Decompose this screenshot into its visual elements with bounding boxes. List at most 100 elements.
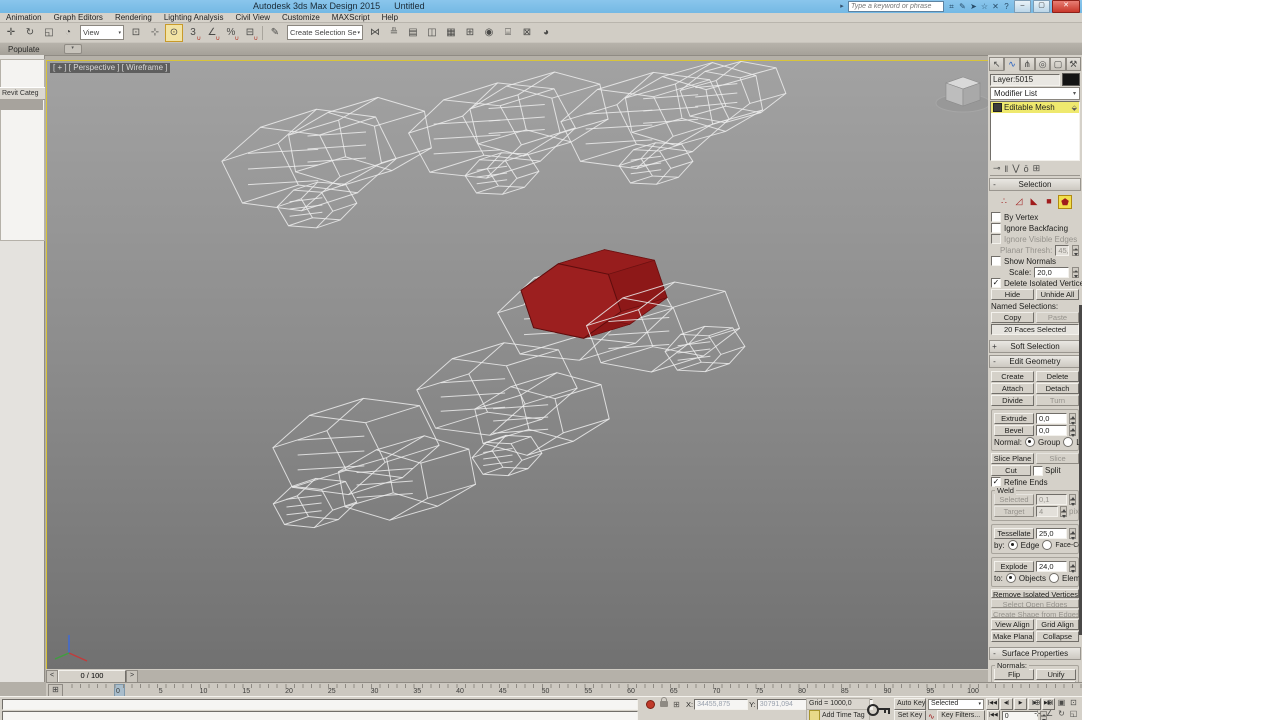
tab-display[interactable]: ▢ <box>1050 57 1066 71</box>
object-color-swatch[interactable] <box>1062 73 1080 86</box>
flip-button[interactable]: Flip <box>994 669 1034 680</box>
spinner-snap-icon[interactable]: ⊟ ∪ <box>241 23 259 42</box>
normals-scale-spinner[interactable] <box>1072 266 1079 278</box>
explode-objects-radio[interactable] <box>1005 573 1016 583</box>
select-similar-icon[interactable]: ⊹ <box>146 23 164 42</box>
normals-scale-field[interactable]: 20,0 <box>1034 266 1069 278</box>
explode-button[interactable]: Explode <box>994 561 1034 572</box>
selection-set-dropdown[interactable]: Selected ▾ <box>928 698 984 710</box>
explode-field[interactable]: 24,0 <box>1036 561 1067 572</box>
key-filters-button[interactable]: Key Filters... <box>936 710 985 720</box>
selection-rollout-header[interactable]: - Selection <box>989 178 1081 191</box>
split-checkbox[interactable] <box>1033 465 1043 476</box>
angle-snap-icon[interactable]: ∠ ∪ <box>203 23 221 42</box>
layer-manager-icon[interactable]: ▤ <box>404 23 422 42</box>
schematic-view-icon[interactable]: ⊞ <box>461 23 479 42</box>
menu-graph-editors[interactable]: Graph Editors <box>48 13 109 22</box>
surface-properties-rollout-header[interactable]: - Surface Properties <box>989 647 1081 660</box>
cut-button[interactable]: Cut <box>991 465 1031 476</box>
ignore-backfacing-checkbox[interactable] <box>991 223 1001 233</box>
search-icon[interactable]: ⌗ <box>946 1 957 12</box>
tessellate-field[interactable]: 25,0 <box>1036 528 1067 539</box>
tab-modify[interactable]: ∿ <box>1004 57 1020 71</box>
modifier-list-dropdown[interactable]: Modifier List ▾ <box>990 87 1080 100</box>
left-panel-selected-row[interactable] <box>0 99 43 110</box>
zoom-icon[interactable]: ⊕ <box>1032 698 1043 708</box>
absolute-mode-icon[interactable]: ⊞ <box>671 699 682 710</box>
view-align-button[interactable]: View Align <box>991 619 1034 630</box>
use-pivot-point-icon[interactable]: ⊡ <box>127 23 145 42</box>
tab-utilities[interactable]: ⚒ <box>1065 57 1081 71</box>
command-panel-scrollbar[interactable] <box>1079 305 1082 635</box>
collapse-button[interactable]: Collapse <box>1036 631 1079 642</box>
delete-button[interactable]: Delete <box>1036 371 1079 382</box>
auto-key-button[interactable]: Auto Key <box>894 698 926 710</box>
extrude-spinner[interactable] <box>1069 413 1076 424</box>
tab-motion[interactable]: ◎ <box>1034 57 1051 71</box>
menu-customize[interactable]: Customize <box>276 13 326 22</box>
render-setup-icon[interactable]: ⌸ <box>499 23 517 42</box>
remove-modifier-icon[interactable]: ō <box>1024 164 1029 174</box>
fov-icon[interactable]: ∠ <box>1044 709 1055 719</box>
select-and-scale-icon[interactable]: ◱ <box>40 23 58 42</box>
hide-button[interactable]: Hide <box>991 289 1034 300</box>
sign-in-icon[interactable]: ➤ <box>968 1 979 12</box>
set-key-button[interactable]: Set Key <box>894 710 926 720</box>
track-bar[interactable]: ⊞ 0 5 10 15 20 25 30 35 40 45 50 55 60 65 70 75 80 85 90 95… <box>46 682 1082 697</box>
reference-coordinate-dropdown[interactable]: View ▾ <box>80 25 124 40</box>
favorites-icon[interactable]: ☆ <box>979 1 990 12</box>
soft-selection-rollout-header[interactable]: + Soft Selection <box>989 340 1081 353</box>
maximize-button[interactable]: ▢ <box>1033 0 1050 13</box>
adaptive-degradation-icon[interactable] <box>646 699 655 709</box>
menu-animation[interactable]: Animation <box>0 13 48 22</box>
modifier-stack-row[interactable]: Editable Mesh ⬙ <box>991 102 1079 113</box>
time-tag-button[interactable]: Add Time Tag <box>806 709 870 720</box>
view-cube[interactable] <box>935 76 988 113</box>
tessellate-button[interactable]: Tessellate <box>994 528 1034 539</box>
zoom-region-icon[interactable]: ⊡ <box>1068 698 1079 708</box>
tab-hierarchy[interactable]: ⋔ <box>1019 57 1035 71</box>
extrude-field[interactable]: 0,0 <box>1036 413 1067 424</box>
ribbon-minimize-widget[interactable]: ▾ <box>63 44 82 54</box>
tessellate-spinner[interactable] <box>1069 528 1076 539</box>
unify-button[interactable]: Unify <box>1036 669 1076 680</box>
curve-editor-icon[interactable]: ▦ <box>442 23 460 42</box>
element-subobject-icon[interactable]: ⬟ <box>1058 195 1072 209</box>
make-planar-button[interactable]: Make Planar <box>991 631 1034 642</box>
tab-create[interactable]: ↖ <box>989 57 1005 71</box>
close-button[interactable]: ✕ <box>1052 0 1080 13</box>
object-name-field[interactable]: Layer:5015 <box>990 73 1060 86</box>
mirror-icon[interactable]: ⋈ <box>366 23 384 42</box>
create-button[interactable]: Create <box>991 371 1034 382</box>
play-icon[interactable]: ▶ <box>1014 698 1027 710</box>
zoom-all-icon[interactable]: ⊛ <box>1044 698 1055 708</box>
key-mode-icon[interactable] <box>866 700 892 717</box>
vertex-subobject-icon[interactable]: ∴ <box>998 195 1010 207</box>
exchange-apps-icon[interactable]: ✕ <box>990 1 1001 12</box>
align-icon[interactable]: ≞ <box>385 23 403 42</box>
show-end-result-icon[interactable]: ‖ <box>1005 164 1009 174</box>
zoom-extents-icon[interactable]: ▣ <box>1056 698 1067 708</box>
remove-isolated-vertices-button[interactable]: Remove Isolated Vertices <box>991 589 1079 598</box>
select-and-manipulate-icon[interactable]: ◔ <box>59 23 77 42</box>
search-input[interactable] <box>848 1 944 12</box>
unhide-all-button[interactable]: Unhide All <box>1036 289 1079 300</box>
menu-maxscript[interactable]: MAXScript <box>326 13 376 22</box>
select-and-move-icon[interactable]: ✛ <box>2 23 20 42</box>
x-coordinate-field[interactable]: 34455,875 <box>694 698 749 710</box>
pin-stack-icon[interactable]: ⊸ <box>993 163 1001 174</box>
pan-icon[interactable]: ⊹ <box>1032 709 1043 719</box>
toolbar-overflow-button[interactable]: ▸ <box>838 2 846 12</box>
perspective-viewport[interactable]: [ + ] [ Perspective ] [ Wireframe ] <box>46 60 989 670</box>
graphite-ribbon-icon[interactable]: ◫ <box>423 23 441 42</box>
normal-group-radio[interactable] <box>1025 437 1036 447</box>
attach-button[interactable]: Attach <box>991 383 1034 394</box>
bevel-button[interactable]: Bevel <box>994 425 1034 436</box>
divide-button[interactable]: Divide <box>991 395 1034 406</box>
bevel-field[interactable]: 0,0 <box>1036 425 1067 436</box>
explode-elements-radio[interactable] <box>1049 573 1060 583</box>
edit-geometry-rollout-header[interactable]: - Edit Geometry <box>989 355 1081 368</box>
communication-icon[interactable]: ✎ <box>957 1 968 12</box>
select-object-icon[interactable]: ⊙ <box>165 23 183 42</box>
bevel-spinner[interactable] <box>1069 425 1076 436</box>
